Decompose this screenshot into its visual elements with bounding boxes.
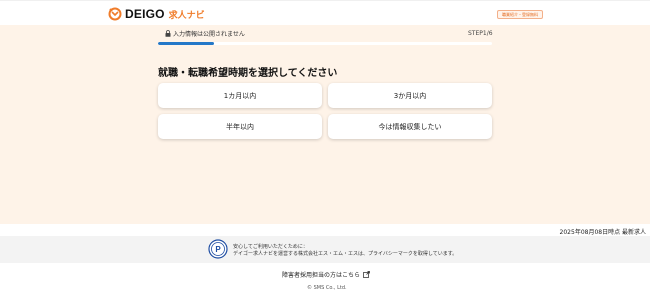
disability-hiring-link-label: 障害者採用担当の方はこちら <box>282 272 361 279</box>
question-title: 就職・転職希望時期を選択してください <box>158 68 338 79</box>
privacy-notice: 入力情報は公開されません <box>165 29 245 38</box>
progress-bar <box>158 42 492 45</box>
lock-icon <box>165 30 171 37</box>
free-registration-badge: 職業紹介・登録無料 <box>497 10 543 19</box>
option-within-1-month[interactable]: 1カ月以内 <box>158 83 322 108</box>
copyright: © SMS Co., Ltd. <box>307 285 347 291</box>
external-link-icon <box>363 271 370 278</box>
option-within-3-months[interactable]: 3か月以内 <box>328 83 492 108</box>
privacy-text: 入力情報は公開されません <box>173 31 245 38</box>
logo-subtitle: 求人ナビ <box>168 10 205 21</box>
option-within-half-year[interactable]: 半年以内 <box>158 114 322 139</box>
progress-bar-fill <box>158 42 214 45</box>
privacy-mark-section: P 安心してご利用いただくために： デイゴー求人ナビを運営する株式会社エス・エム… <box>0 236 650 263</box>
step-indicator: STEP1/6 <box>468 30 493 37</box>
privacy-mark-icon[interactable]: P <box>208 239 228 259</box>
logo[interactable]: DEIGO 求人ナビ <box>108 6 205 22</box>
disability-hiring-link[interactable]: 障害者採用担当の方はこちら <box>282 270 370 279</box>
privacy-mark-title: 安心してご利用いただくために： <box>233 244 308 250</box>
last-updated-text: 2025年08月08日時点 最新求人 <box>559 229 646 236</box>
logo-text: DEIGO <box>125 7 165 21</box>
question-panel: 入力情報は公開されません STEP1/6 就職・転職希望時期を選択してください … <box>0 25 650 224</box>
svg-text:P: P <box>215 245 221 254</box>
logo-icon <box>108 7 122 21</box>
option-just-gathering-info[interactable]: 今は情報収集したい <box>328 114 492 139</box>
site-header: DEIGO 求人ナビ 職業紹介・登録無料 <box>0 0 650 25</box>
privacy-mark-description: デイゴー求人ナビを運営する株式会社エス・エム・エスは、プライバシーマークを取得し… <box>233 251 458 257</box>
